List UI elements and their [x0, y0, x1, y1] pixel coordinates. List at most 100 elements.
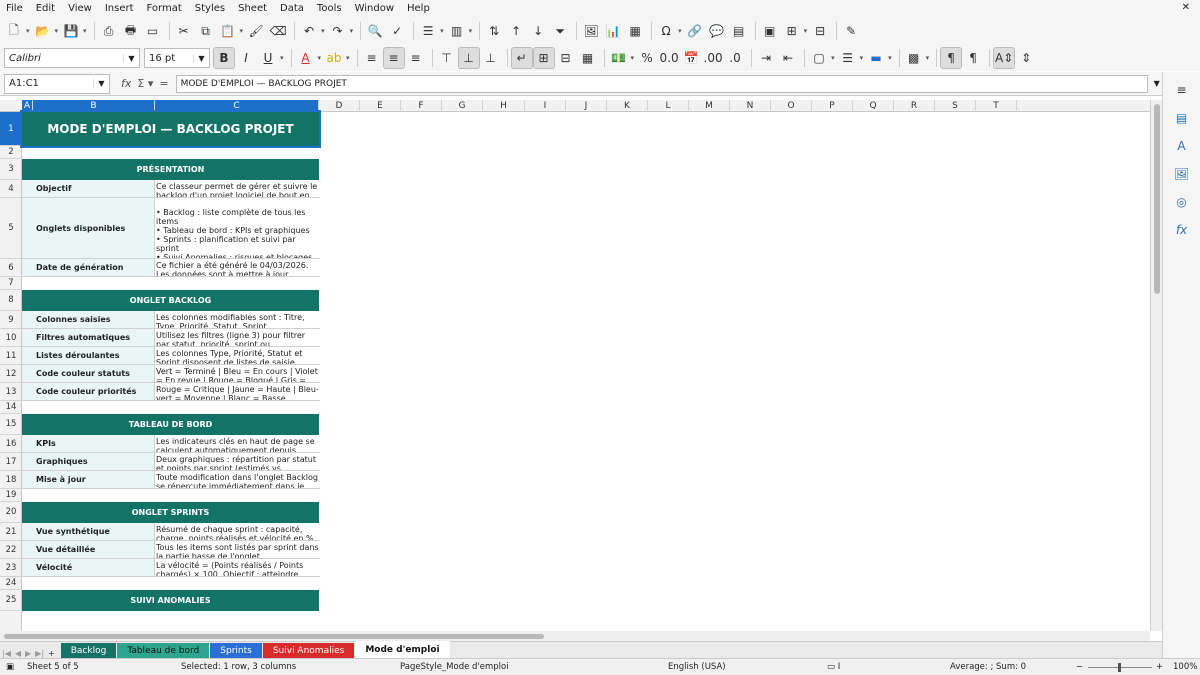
align-left-icon[interactable]: ≡	[362, 48, 382, 68]
borders-icon[interactable]: ▢	[809, 48, 829, 68]
column-header-f[interactable]: F	[401, 100, 442, 112]
horizontal-scrollbar[interactable]	[0, 631, 1150, 641]
menu-format[interactable]: Format	[147, 3, 182, 14]
row-value-5[interactable]: • Backlog : liste complète de tous les i…	[155, 198, 320, 259]
column-icon[interactable]: ▥	[447, 21, 467, 41]
row-label-12[interactable]: Code couleur statuts	[22, 365, 155, 383]
new-icon[interactable]: 🗋	[4, 21, 24, 41]
function-wizard-icon[interactable]: fx	[121, 77, 131, 90]
row-header-20[interactable]: 20	[0, 502, 22, 523]
left-to-right-icon[interactable]: ¶	[940, 47, 963, 69]
special-character-icon[interactable]: Ω	[656, 21, 676, 41]
zoom-out-icon[interactable]: −	[1076, 662, 1083, 672]
underline-icon[interactable]: U	[258, 48, 278, 68]
formula-icon[interactable]: =	[159, 77, 168, 90]
row-header-10[interactable]: 10	[0, 329, 22, 347]
undo-icon[interactable]: ↶	[299, 21, 319, 41]
column-header-l[interactable]: L	[648, 100, 689, 112]
vertical-scroll-thumb[interactable]	[1154, 104, 1160, 294]
section-banner-presentation[interactable]: PRÉSENTATION	[22, 159, 319, 180]
save-icon[interactable]: 💾	[61, 21, 81, 41]
hyperlink-icon[interactable]: 🔗	[685, 21, 705, 41]
row-label-4[interactable]: Objectif	[22, 180, 155, 198]
expand-formula-icon[interactable]: ▼	[1154, 79, 1160, 88]
row-value-11[interactable]: Les colonnes Type, Priorité, Statut et S…	[155, 347, 320, 365]
zoom-in-icon[interactable]: +	[1156, 662, 1163, 672]
highlight-color-icon[interactable]: ab	[324, 48, 344, 68]
selection-summary[interactable]: Average: ; Sum: 0	[950, 662, 1026, 672]
sheet-tab-4[interactable]: Mode d'emploi	[355, 641, 450, 658]
delete-decimal-icon[interactable]: .0	[725, 48, 745, 68]
section-banner-sprints[interactable]: ONGLET SPRINTS	[22, 502, 319, 523]
row-value-18[interactable]: Toute modification dans l'onglet Backlog…	[155, 471, 320, 489]
align-right-icon[interactable]: ≡	[406, 48, 426, 68]
border-style-icon[interactable]: ☰	[838, 48, 858, 68]
percent-format-icon[interactable]: %	[637, 48, 657, 68]
row-header-4[interactable]: 4	[0, 180, 22, 198]
column-header-h[interactable]: H	[483, 100, 525, 112]
row-label-16[interactable]: KPIs	[22, 435, 155, 453]
gallery-icon[interactable]: 🖼	[1172, 164, 1192, 184]
row-header-3[interactable]: 3	[0, 159, 22, 180]
clone-formatting-icon[interactable]: 🖌	[246, 21, 266, 41]
column-header-t[interactable]: T	[976, 100, 1017, 112]
row-header-19[interactable]: 19	[0, 489, 22, 502]
unmerge-cells-icon[interactable]: ▦	[578, 48, 598, 68]
align-top-icon[interactable]: ⊤	[437, 48, 457, 68]
row-header-16[interactable]: 16	[0, 435, 22, 453]
insert-image-icon[interactable]: 🖼	[581, 21, 601, 41]
text-direction-icon[interactable]: A⇕	[993, 47, 1016, 69]
clear-formatting-icon[interactable]: ⌫	[268, 21, 288, 41]
vertical-text-icon[interactable]: ⇕	[1016, 48, 1036, 68]
row-header-14[interactable]: 14	[0, 401, 22, 414]
menu-help[interactable]: Help	[407, 3, 430, 14]
close-document-icon[interactable]: ✕	[1182, 2, 1190, 13]
row-value-16[interactable]: Les indicateurs clés en haut de page se …	[155, 435, 320, 453]
sort-descending-icon[interactable]: ↓	[528, 21, 548, 41]
open-icon[interactable]: 📂	[33, 21, 53, 41]
vertical-scrollbar[interactable]	[1150, 100, 1162, 631]
horizontal-scroll-thumb[interactable]	[4, 634, 544, 639]
row-label-11[interactable]: Listes déroulantes	[22, 347, 155, 365]
row-header-21[interactable]: 21	[0, 523, 22, 541]
center-vertically-icon[interactable]: ⊥	[457, 47, 480, 69]
column-header-c[interactable]: C	[155, 100, 319, 112]
column-header-j[interactable]: J	[566, 100, 607, 112]
row-header-17[interactable]: 17	[0, 453, 22, 471]
previous-sheet-icon[interactable]: ◀	[15, 649, 21, 658]
print-icon[interactable]: 🖶	[121, 21, 141, 41]
row-header-24[interactable]: 24	[0, 577, 22, 590]
column-header-p[interactable]: P	[812, 100, 853, 112]
paste-icon[interactable]: 📋	[218, 21, 238, 41]
add-sheet-icon[interactable]: +	[48, 649, 55, 658]
row-label-6[interactable]: Date de génération	[22, 259, 155, 277]
row-value-17[interactable]: Deux graphiques : répartition par statut…	[155, 453, 320, 471]
row-value-23[interactable]: La vélocité = (Points réalisés / Points …	[155, 559, 320, 577]
row-header-22[interactable]: 22	[0, 541, 22, 559]
navigator-icon[interactable]: ◎	[1172, 192, 1192, 212]
row-label-13[interactable]: Code couleur priorités	[22, 383, 155, 401]
sort-icon[interactable]: ⇅	[484, 21, 504, 41]
export-pdf-icon[interactable]: ⎙	[99, 21, 119, 41]
next-sheet-icon[interactable]: ▶	[25, 649, 31, 658]
freeze-rows-columns-icon[interactable]: ⊞	[782, 21, 802, 41]
redo-icon[interactable]: ↷	[328, 21, 348, 41]
align-center-icon[interactable]: ≡	[382, 47, 405, 69]
formula-input[interactable]: MODE D'EMPLOI — BACKLOG PROJET	[175, 74, 1148, 93]
find-replace-icon[interactable]: 🔍	[365, 21, 385, 41]
split-window-icon[interactable]: ⊟	[810, 21, 830, 41]
merge-center-icon[interactable]: ⊞	[532, 47, 555, 69]
menu-insert[interactable]: Insert	[105, 3, 134, 14]
row-label-18[interactable]: Mise à jour	[22, 471, 155, 489]
row-label-10[interactable]: Filtres automatiques	[22, 329, 155, 347]
column-header-a[interactable]: A	[22, 100, 33, 112]
menu-sheet[interactable]: Sheet	[238, 3, 267, 14]
sheet-tab-1[interactable]: Tableau de bord	[117, 643, 210, 658]
row-label-22[interactable]: Vue détaillée	[22, 541, 155, 559]
row-header-1[interactable]: 1	[0, 112, 22, 146]
border-color-icon[interactable]: ▬	[866, 48, 886, 68]
font-color-icon[interactable]: A	[296, 48, 316, 68]
row-header-25[interactable]: 25	[0, 590, 22, 611]
row-header-15[interactable]: 15	[0, 414, 22, 435]
insert-chart-icon[interactable]: 📊	[603, 21, 623, 41]
